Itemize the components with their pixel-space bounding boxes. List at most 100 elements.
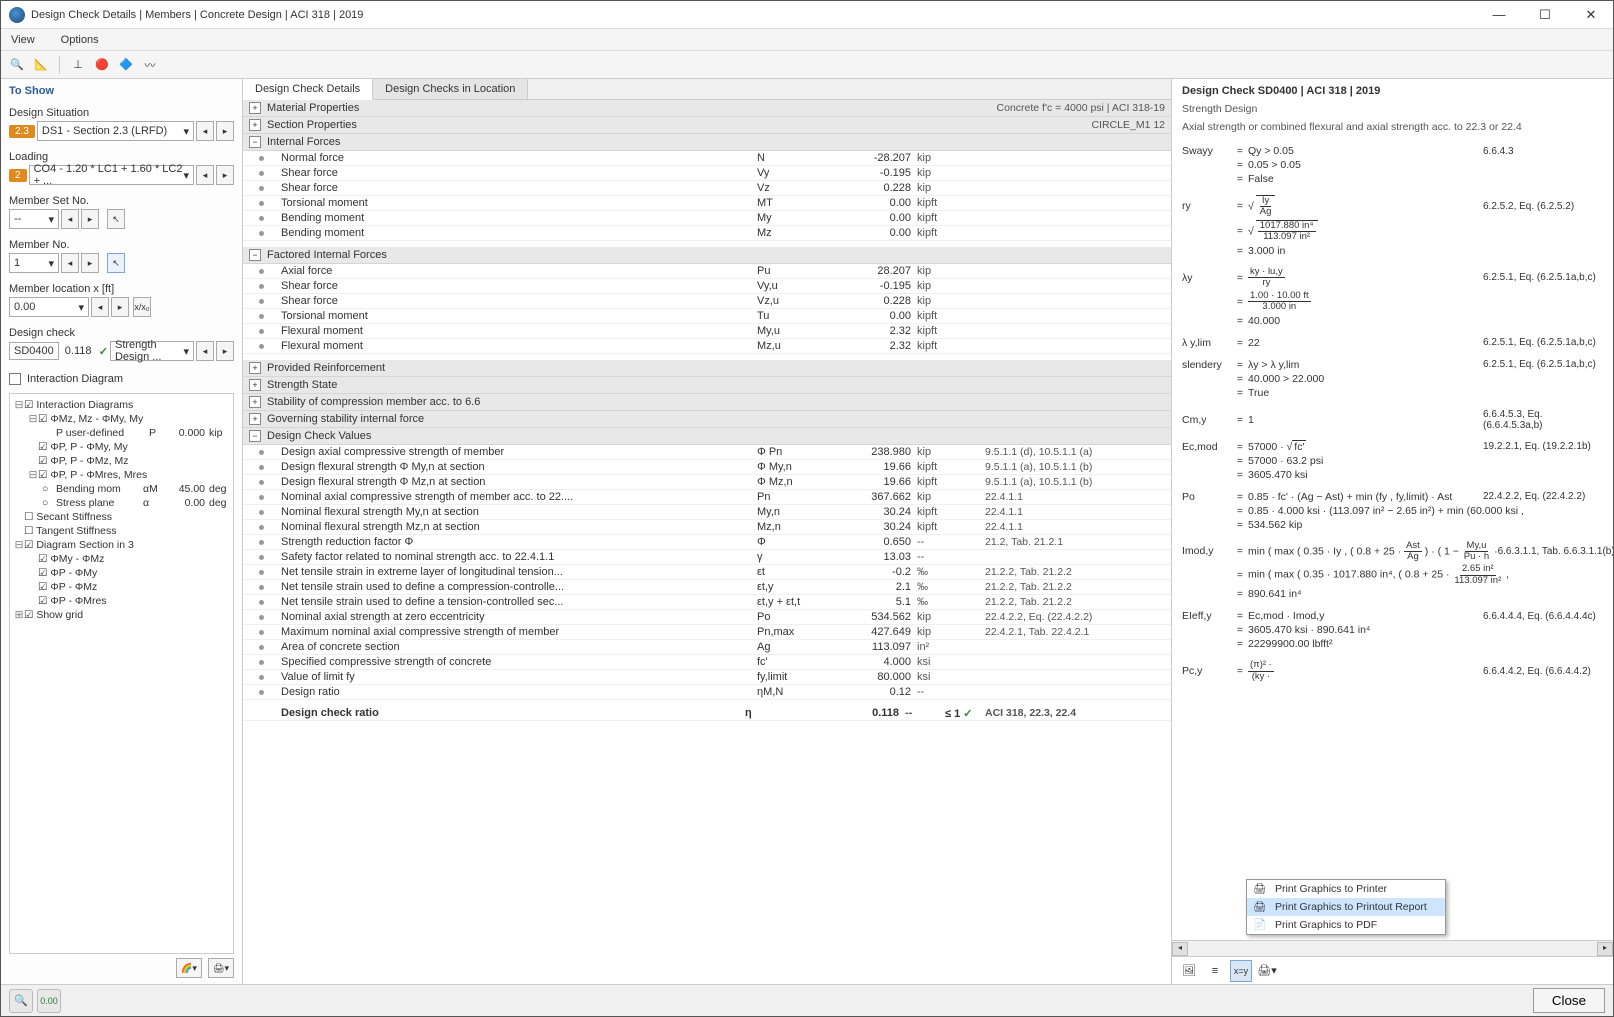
member-no-dropdown[interactable]: 1▾ [9,253,59,273]
expand-icon[interactable]: + [249,119,261,131]
expand-icon[interactable]: + [249,362,261,374]
tab-design-check-details[interactable]: Design Check Details [243,79,373,100]
ml-prev-button[interactable]: ◂ [91,297,109,317]
data-row: Shear forceVy,u-0.195kip [243,279,1171,294]
cm-print-pdf[interactable]: 📄Print Graphics to PDF [1247,916,1445,934]
data-row: Value of limit fyfy,limit80.000ksi [243,670,1171,685]
status-find-button[interactable]: 🔍 [9,989,33,1013]
rfooter-btn-2[interactable]: ≡ [1204,960,1226,982]
equation-row: =534.562 kip [1182,519,1603,531]
menu-options[interactable]: Options [55,32,105,48]
data-row: Normal forceN-28.207kip [243,151,1171,166]
toolbar-btn-1[interactable]: 🔍 [7,55,27,75]
data-row: Net tensile strain used to define a comp… [243,580,1171,595]
equation-row: slendery=λy > λ y,lim6.2.5.1, Eq. (6.2.5… [1182,359,1603,371]
tab-design-checks-location[interactable]: Design Checks in Location [373,79,528,99]
right-sub1: Strength Design [1172,103,1613,121]
rfooter-btn-4[interactable]: 🖨▾ [1256,960,1278,982]
expand-icon[interactable]: − [249,430,261,442]
toolbar-btn-3[interactable]: ⊥ [68,55,88,75]
toolbar-btn-6[interactable]: 〰 [140,55,160,75]
expand-icon[interactable]: − [249,136,261,148]
menubar: View Options [1,29,1613,51]
data-row: Design ratioηM,N0.12-- [243,685,1171,700]
minimize-button[interactable]: — [1485,7,1513,23]
loading-label: Loading [9,151,234,163]
member-loc-label: Member location x [ft] [9,283,234,295]
expand-icon[interactable]: − [249,249,261,261]
member-set-dropdown[interactable]: --▾ [9,209,59,229]
data-row: Strength reduction factor ΦΦ0.650--21.2,… [243,535,1171,550]
right-hscroll[interactable]: ◂▸ [1172,940,1613,956]
equation-row: =3.000 in [1182,245,1603,257]
equation-row: =False [1182,173,1603,185]
data-row: Nominal flexural strength Mz,n at sectio… [243,520,1171,535]
data-row: Torsional momentTu0.00kipft [243,309,1171,324]
ds-prev-button[interactable]: ◂ [196,121,214,141]
load-badge: 2 [9,169,27,182]
equation-row: =True [1182,387,1603,399]
interaction-diagram-label: Interaction Diagram [27,373,123,385]
data-row: Specified compressive strength of concre… [243,655,1171,670]
expand-icon[interactable]: + [249,396,261,408]
equation-row: λ y,lim=226.2.5.1, Eq. (6.2.5.1a,b,c) [1182,337,1603,349]
group-header[interactable]: −Internal Forces [243,134,1171,151]
load-next-button[interactable]: ▸ [216,165,234,185]
final-check-row: Design check ratioη0.118--≤ 1 ✓ACI 318, … [243,706,1171,721]
group-header[interactable]: −Factored Internal Forces [243,247,1171,264]
group-header[interactable]: +Stability of compression member acc. to… [243,394,1171,411]
left-footer-btn-2[interactable]: 🖨▾ [208,958,234,978]
group-header[interactable]: +Governing stability internal force [243,411,1171,428]
group-header[interactable]: +Section PropertiesCIRCLE_M1 12 [243,117,1171,134]
dc-next-button[interactable]: ▸ [216,341,234,361]
ml-next-button[interactable]: ▸ [111,297,129,317]
load-prev-button[interactable]: ◂ [196,165,214,185]
group-header[interactable]: +Provided Reinforcement [243,360,1171,377]
design-situation-dropdown[interactable]: DS1 - Section 2.3 (LRFD)▾ [37,121,194,141]
loading-dropdown[interactable]: CO4 - 1.20 * LC1 + 1.60 * LC2 + ...▾ [29,165,194,185]
dc-prev-button[interactable]: ◂ [196,341,214,361]
data-row: Safety factor related to nominal strengt… [243,550,1171,565]
printer-icon: 🖨 [1253,882,1267,896]
data-row: Nominal flexural strength My,n at sectio… [243,505,1171,520]
ms-pick-button[interactable]: ↖ [107,209,125,229]
data-row: Net tensile strain used to define a tens… [243,595,1171,610]
close-button[interactable]: Close [1533,988,1605,1013]
ml-xx0-button[interactable]: x/x₀ [133,297,151,317]
equation-row: =√1017.880 in⁴113.097 in² [1182,220,1603,243]
ds-next-button[interactable]: ▸ [216,121,234,141]
rfooter-btn-3[interactable]: x=y [1230,960,1252,982]
close-window-button[interactable]: ✕ [1577,7,1605,23]
ms-prev-button[interactable]: ◂ [61,209,79,229]
group-header[interactable]: +Strength State [243,377,1171,394]
data-row: Flexural momentMy,u2.32kipft [243,324,1171,339]
menu-view[interactable]: View [5,32,41,48]
expand-icon[interactable]: + [249,102,261,114]
group-header[interactable]: +Material PropertiesConcrete f'c = 4000 … [243,100,1171,117]
expand-icon[interactable]: + [249,413,261,425]
mn-next-button[interactable]: ▸ [81,253,99,273]
expand-icon[interactable]: + [249,379,261,391]
toolbar-btn-2[interactable]: 📐 [31,55,51,75]
toolbar-btn-5[interactable]: 🔷 [116,55,136,75]
toolbar-btn-4[interactable]: 🔴 [92,55,112,75]
status-units-button[interactable]: 0.00 [37,989,61,1013]
left-footer-btn-1[interactable]: 🌈▾ [176,958,202,978]
group-header[interactable]: −Design Check Values [243,428,1171,445]
design-situation-label: Design Situation [9,107,234,119]
member-set-label: Member Set No. [9,195,234,207]
data-row: Bending momentMy0.00kipft [243,211,1171,226]
interaction-diagram-checkbox[interactable] [9,373,21,385]
mn-prev-button[interactable]: ◂ [61,253,79,273]
cm-print-printer[interactable]: 🖨Print Graphics to Printer [1247,880,1445,898]
cm-print-report[interactable]: 🖨Print Graphics to Printout Report [1247,898,1445,916]
rfooter-btn-1[interactable]: 🖼 [1178,960,1200,982]
maximize-button[interactable]: ☐ [1531,7,1559,23]
member-loc-dropdown[interactable]: 0.00▾ [9,297,89,317]
ms-next-button[interactable]: ▸ [81,209,99,229]
tree-view[interactable]: ⊟☑ Interaction Diagrams ⊟☑ ΦMz, Mz - ΦMy… [9,393,234,954]
data-row: Shear forceVz,u0.228kip [243,294,1171,309]
dc-name-dropdown[interactable]: Strength Design ...▾ [110,341,194,361]
mn-pick-button[interactable]: ↖ [107,253,125,273]
equation-row: ry=√IyAg6.2.5.2, Eq. (6.2.5.2) [1182,195,1603,218]
